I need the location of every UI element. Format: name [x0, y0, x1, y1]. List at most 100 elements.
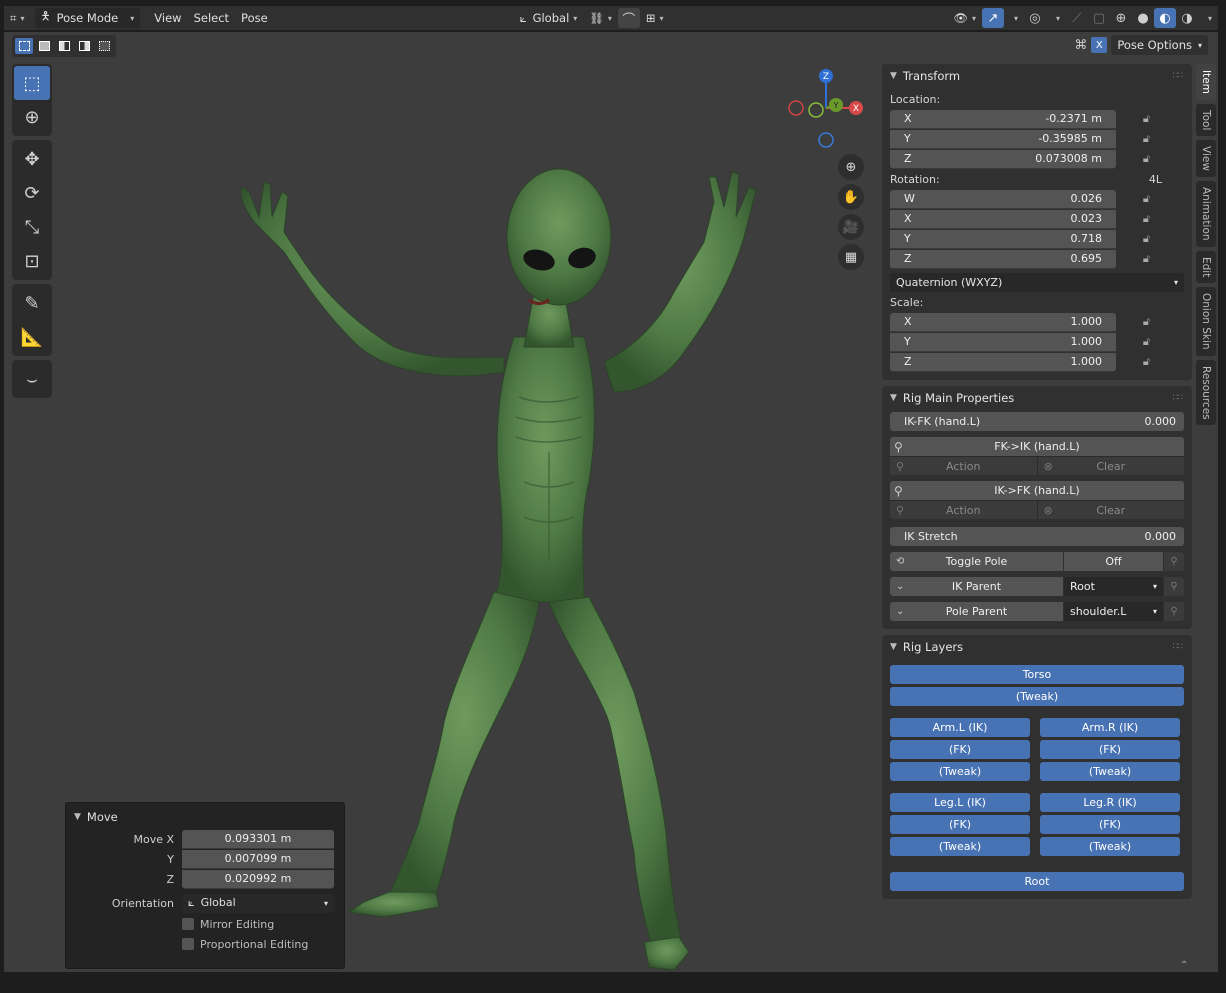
- x-mirror-toggle[interactable]: X: [1091, 37, 1108, 53]
- shading-rendered[interactable]: ◑: [1176, 8, 1198, 28]
- lock-icon[interactable]: 🔓︎: [1116, 315, 1152, 329]
- lock-icon[interactable]: 🔓︎: [1116, 192, 1152, 206]
- shading-wireframe[interactable]: ⊕: [1110, 8, 1132, 28]
- ortho-toggle-button[interactable]: ▦: [838, 244, 864, 270]
- pole-parent-extra-button[interactable]: ⚲: [1164, 602, 1184, 621]
- select-new-button[interactable]: [15, 38, 33, 54]
- rotation-x-field[interactable]: X 0.023: [890, 209, 1116, 229]
- fk-to-ik-clear-button[interactable]: ⊗ Clear: [1037, 456, 1184, 475]
- lock-icon[interactable]: 🔓︎: [1116, 355, 1152, 369]
- lock-icon[interactable]: 🔓︎: [1116, 232, 1152, 246]
- ik-stretch-slider[interactable]: IK Stretch 0.000: [890, 527, 1184, 546]
- layer-torso-button[interactable]: Torso: [890, 665, 1184, 684]
- pole-parent-button[interactable]: ⌄ Pole Parent: [890, 602, 1063, 621]
- layer-arm-l-tweak-button[interactable]: (Tweak): [890, 762, 1030, 781]
- annotate-tool[interactable]: ✎: [14, 286, 50, 320]
- mode-select[interactable]: 🯅 Pose Mode ▾: [34, 8, 141, 28]
- layer-arm-l-fk-button[interactable]: (FK): [890, 740, 1030, 759]
- move-z-field[interactable]: 0.020992 m: [182, 869, 334, 889]
- drag-grip-icon[interactable]: ∷∷: [1173, 71, 1184, 81]
- rotation-4l-toggle[interactable]: 4L: [1149, 171, 1162, 189]
- scale-z-field[interactable]: Z 1.000: [890, 352, 1116, 372]
- layer-leg-r-fk-button[interactable]: (FK): [1040, 815, 1180, 834]
- shading-solid[interactable]: ●: [1132, 8, 1154, 28]
- select-subtract-button[interactable]: [55, 38, 73, 54]
- transform-panel-header[interactable]: ▼ Transform ∷∷: [890, 64, 1184, 88]
- transform-orientation-select[interactable]: ⟀ Global ▾: [514, 8, 584, 28]
- ik-parent-button[interactable]: ⌄ IK Parent: [890, 577, 1063, 596]
- ik-parent-dropdown[interactable]: Root ▾: [1064, 577, 1163, 596]
- shading-select[interactable]: ▾: [1198, 8, 1218, 28]
- ik-to-fk-clear-button[interactable]: ⊗ Clear: [1037, 500, 1184, 519]
- navigation-gizmo[interactable]: Z Y X: [784, 68, 864, 148]
- move-y-field[interactable]: 0.007099 m: [182, 849, 334, 869]
- scale-x-field[interactable]: X 1.000: [890, 312, 1116, 332]
- visibility-select[interactable]: 👁 ▾: [947, 8, 982, 28]
- rotation-y-field[interactable]: Y 0.718: [890, 229, 1116, 249]
- tab-edit[interactable]: Edit: [1196, 250, 1216, 284]
- overlays-select[interactable]: ▾: [1046, 8, 1066, 28]
- relax-pose-tool[interactable]: ⌣: [14, 362, 50, 396]
- lock-icon[interactable]: 🔓︎: [1116, 212, 1152, 226]
- overlays-toggle[interactable]: ◎: [1024, 8, 1046, 28]
- mirror-editing-checkbox[interactable]: Mirror Editing: [74, 913, 336, 935]
- gizmo-neg-y-icon[interactable]: [808, 102, 824, 118]
- xray-toggle[interactable]: ▢: [1088, 8, 1110, 28]
- toggle-pole-value[interactable]: Off: [1064, 552, 1163, 571]
- fk-to-ik-action-button[interactable]: ⚲ Action: [890, 456, 1038, 475]
- pose-options-button[interactable]: Pose Options ▾: [1111, 35, 1208, 55]
- lock-icon[interactable]: 🔓︎: [1116, 112, 1152, 126]
- proportional-editing-checkbox[interactable]: Proportional Editing: [74, 933, 336, 955]
- location-z-field[interactable]: Z 0.073008 m: [890, 149, 1116, 169]
- location-y-field[interactable]: Y -0.35985 m: [890, 129, 1116, 149]
- scale-tool[interactable]: ⤡: [14, 210, 50, 244]
- lock-icon[interactable]: 🔓︎: [1116, 152, 1152, 166]
- editor-type-button[interactable]: ⌗ ▾: [4, 8, 31, 28]
- lock-icon[interactable]: 🔓︎: [1116, 132, 1152, 146]
- layer-arm-l-ik-button[interactable]: Arm.L (IK): [890, 718, 1030, 737]
- pan-button[interactable]: ✋: [838, 184, 864, 210]
- move-x-field[interactable]: 0.093301 m: [182, 829, 334, 849]
- layer-leg-l-tweak-button[interactable]: (Tweak): [890, 837, 1030, 856]
- ikfk-slider[interactable]: IK-FK (hand.L) 0.000: [890, 412, 1184, 431]
- gizmo-neg-z-icon[interactable]: [818, 132, 834, 148]
- tab-resources[interactable]: Resources: [1196, 359, 1216, 426]
- 3d-viewport[interactable]: ⌘ X Pose Options ▾ ⬚ ⊕ ✥ ⟳ ⤡ ⊡ ✎ 📐 ⌣ Z Y…: [4, 32, 1218, 972]
- gizmo-select[interactable]: ▾: [1004, 8, 1024, 28]
- shading-material[interactable]: ◐: [1153, 8, 1176, 28]
- layer-leg-r-tweak-button[interactable]: (Tweak): [1040, 837, 1180, 856]
- tab-item[interactable]: Item: [1196, 64, 1216, 100]
- rotation-z-field[interactable]: Z 0.695: [890, 249, 1116, 269]
- layer-arm-r-tweak-button[interactable]: (Tweak): [1040, 762, 1180, 781]
- menu-select[interactable]: Select: [188, 8, 235, 28]
- menu-pose[interactable]: Pose: [235, 8, 274, 28]
- rotate-tool[interactable]: ⟳: [14, 176, 50, 210]
- select-box-tool[interactable]: ⬚: [14, 66, 50, 100]
- cursor-tool[interactable]: ⊕: [14, 100, 50, 134]
- ik-to-fk-action-button[interactable]: ⚲ Action: [890, 500, 1038, 519]
- layer-arm-r-fk-button[interactable]: (FK): [1040, 740, 1180, 759]
- move-tool[interactable]: ✥: [14, 142, 50, 176]
- ik-parent-extra-button[interactable]: ⚲: [1164, 577, 1184, 596]
- ik-to-fk-button[interactable]: ⚲ IK->FK (hand.L): [890, 481, 1184, 500]
- tab-onion-skin[interactable]: Onion Skin: [1196, 287, 1216, 356]
- drag-grip-icon[interactable]: ∷∷: [1173, 642, 1184, 652]
- transform-tool[interactable]: ⊡: [14, 244, 50, 278]
- layer-leg-l-ik-button[interactable]: Leg.L (IK): [890, 793, 1030, 812]
- layer-root-button[interactable]: Root: [890, 872, 1184, 891]
- tab-tool[interactable]: Tool: [1196, 103, 1216, 137]
- rotation-w-field[interactable]: W 0.026: [890, 189, 1116, 209]
- location-x-field[interactable]: X -0.2371 m: [890, 109, 1116, 129]
- select-extend-button[interactable]: [35, 38, 53, 54]
- layer-leg-l-fk-button[interactable]: (FK): [890, 815, 1030, 834]
- drag-grip-icon[interactable]: ∷∷: [1173, 393, 1184, 403]
- select-invert-button[interactable]: [75, 38, 93, 54]
- move-panel-header[interactable]: ▼ Move: [74, 807, 336, 827]
- pivot-select[interactable]: ⛓ ▾: [583, 8, 618, 28]
- snap-target-select[interactable]: ⊞ ▾: [640, 8, 670, 28]
- scale-y-field[interactable]: Y 1.000: [890, 332, 1116, 352]
- toggle-pole-button[interactable]: ⟲ Toggle Pole: [890, 552, 1063, 571]
- rig-layers-panel-header[interactable]: ▼ Rig Layers ∷∷: [890, 635, 1184, 659]
- rig-main-panel-header[interactable]: ▼ Rig Main Properties ∷∷: [890, 386, 1184, 410]
- zoom-button[interactable]: ⊕: [838, 154, 864, 180]
